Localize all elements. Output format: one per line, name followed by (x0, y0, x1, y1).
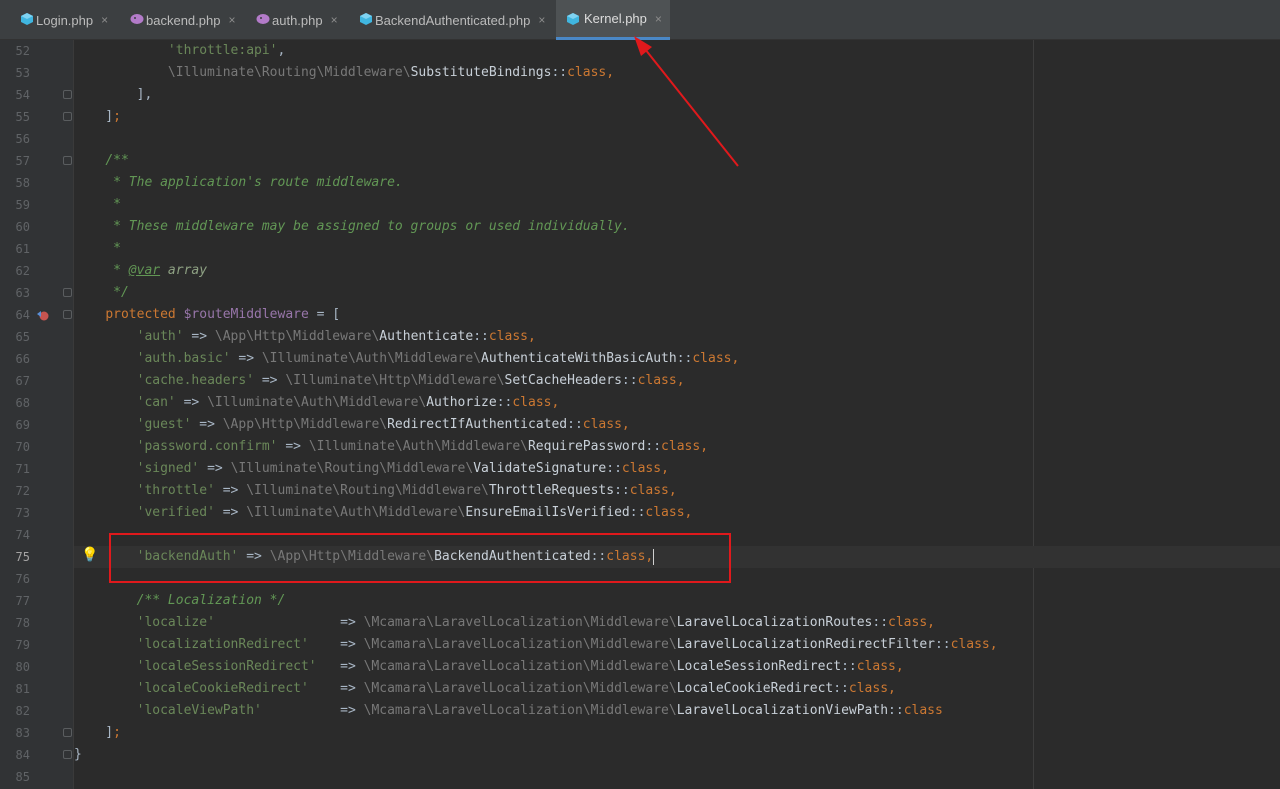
code-line-77: /** Localization */ (136, 593, 286, 608)
close-icon[interactable]: × (655, 12, 662, 26)
code-line-72: 'throttle' => \Illuminate\Routing\Middle… (136, 483, 677, 498)
line-number: 67 (15, 374, 30, 388)
code-line-81: 'localeCookieRedirect' => \Mcamara\Larav… (136, 681, 896, 696)
right-margin-guide (1033, 40, 1034, 789)
code-line-68: 'can' => \Illuminate\Auth\Middleware\Aut… (136, 395, 560, 410)
code-line-54: ], (74, 87, 153, 102)
php-file-icon (256, 14, 270, 24)
line-number-current: 75 (15, 550, 30, 564)
tab-backendauthenticated-php[interactable]: BackendAuthenticated.php × (357, 0, 553, 40)
line-number: 79 (15, 638, 30, 652)
fold-marker-icon[interactable] (63, 112, 72, 121)
code-line-79: 'localizationRedirect' => \Mcamara\Larav… (136, 637, 998, 652)
code-line-57: /** (105, 153, 129, 168)
php-file-icon (130, 14, 144, 24)
code-line-63: */ (105, 285, 129, 300)
line-number: 76 (15, 572, 30, 586)
code-line-78: 'localize' => \Mcamara\LaravelLocalizati… (136, 615, 935, 630)
line-number: 52 (15, 44, 30, 58)
line-number: 64 (15, 308, 30, 322)
tab-label: Login.php (36, 12, 94, 28)
line-number: 59 (15, 198, 30, 212)
code-line-82: 'localeViewPath' => \Mcamara\LaravelLoca… (136, 703, 943, 718)
close-icon[interactable]: × (228, 13, 235, 27)
line-number: 82 (15, 704, 30, 718)
code-line-66: 'auth.basic' => \Illuminate\Auth\Middlew… (136, 351, 740, 366)
code-line-60: * These middleware may be assigned to gr… (105, 219, 630, 234)
code-line-59: * (105, 197, 121, 212)
line-number: 61 (15, 242, 30, 256)
code-line-53: \Illuminate\Routing\Middleware\Substitut… (167, 65, 615, 80)
fold-marker-icon[interactable] (63, 156, 72, 165)
code-line-61: * (105, 241, 121, 256)
code-line-84: } (74, 747, 82, 762)
line-number: 70 (15, 440, 30, 454)
code-line-67: 'cache.headers' => \Illuminate\Http\Midd… (136, 373, 685, 388)
line-number: 81 (15, 682, 30, 696)
close-icon[interactable]: × (331, 13, 338, 27)
code-line-73: 'verified' => \Illuminate\Auth\Middlewar… (136, 505, 693, 520)
code-line-62: * @var array (105, 263, 208, 278)
tool-window-strip (0, 40, 10, 789)
fold-marker-icon[interactable] (63, 90, 72, 99)
code-line-64: protected $routeMiddleware = [ (105, 307, 341, 322)
line-number: 63 (15, 286, 30, 300)
fold-marker-icon[interactable] (63, 310, 72, 319)
line-number: 57 (15, 154, 30, 168)
code-line-70: 'password.confirm' => \Illuminate\Auth\M… (136, 439, 709, 454)
override-gutter-icon[interactable] (36, 308, 50, 322)
line-number: 78 (15, 616, 30, 630)
close-icon[interactable]: × (101, 13, 108, 27)
close-icon[interactable]: × (538, 13, 545, 27)
line-number: 71 (15, 462, 30, 476)
code-line-69: 'guest' => \App\Http\Middleware\Redirect… (136, 417, 630, 432)
tab-label: Kernel.php (584, 11, 647, 26)
line-number: 62 (15, 264, 30, 278)
line-number: 58 (15, 176, 30, 190)
line-number: 85 (15, 770, 30, 784)
line-number: 55 (15, 110, 30, 124)
line-number: 69 (15, 418, 30, 432)
fold-marker-icon[interactable] (63, 728, 72, 737)
tab-login-php[interactable]: Login.php × (18, 0, 121, 40)
tab-label: auth.php (272, 12, 323, 28)
code-line-71: 'signed' => \Illuminate\Routing\Middlewa… (136, 461, 669, 476)
line-number: 72 (15, 484, 30, 498)
php-class-icon (360, 13, 372, 25)
line-number: 56 (15, 132, 30, 146)
code-line-58: * The application's route middleware. (105, 175, 403, 190)
code-line-65: 'auth' => \App\Http\Middleware\Authentic… (136, 329, 536, 344)
line-number: 60 (15, 220, 30, 234)
tab-auth-php[interactable]: auth.php × (254, 0, 346, 40)
fold-marker-icon[interactable] (63, 750, 72, 759)
line-number: 53 (15, 66, 30, 80)
php-class-icon (567, 13, 579, 25)
editor-tab-bar: Login.php × backend.php × auth.php × Bac… (0, 0, 1280, 40)
line-number: 80 (15, 660, 30, 674)
line-number: 54 (15, 88, 30, 102)
annotation-highlight-box (109, 533, 731, 583)
line-number: 74 (15, 528, 30, 542)
line-number: 66 (15, 352, 30, 366)
line-number: 83 (15, 726, 30, 740)
line-number: 77 (15, 594, 30, 608)
code-line-52: 'throttle:api', (167, 43, 286, 58)
tab-label: backend.php (146, 12, 221, 28)
code-line-80: 'localeSessionRedirect' => \Mcamara\Lara… (136, 659, 904, 674)
line-number: 68 (15, 396, 30, 410)
php-class-icon (21, 13, 33, 25)
line-number: 73 (15, 506, 30, 520)
tab-label: BackendAuthenticated.php (375, 12, 531, 28)
fold-marker-icon[interactable] (63, 288, 72, 297)
code-line-83: ]; (74, 725, 121, 740)
tab-kernel-php[interactable]: Kernel.php × (556, 0, 670, 40)
code-line-55: ]; (74, 109, 121, 124)
tab-backend-php[interactable]: backend.php × (128, 0, 245, 40)
line-number: 65 (15, 330, 30, 344)
line-number: 84 (15, 748, 30, 762)
